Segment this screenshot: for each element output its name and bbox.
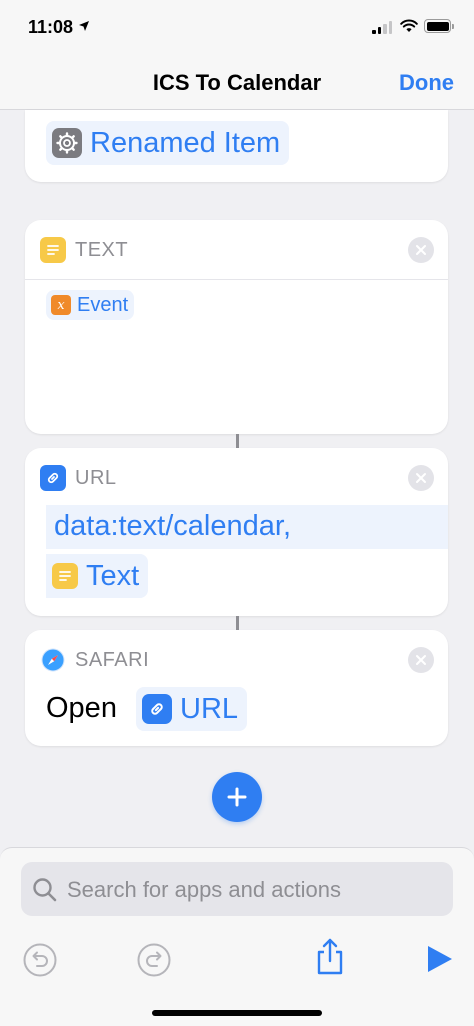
- action-card-safari: SAFARI Open URL: [25, 630, 448, 746]
- link-icon: [142, 694, 172, 724]
- action-header: TEXT: [25, 220, 448, 280]
- text-document-icon: [40, 237, 66, 263]
- location-arrow-icon: [79, 21, 89, 31]
- status-time: 11:08: [28, 17, 74, 37]
- remove-action-button[interactable]: [408, 647, 434, 673]
- close-icon: [416, 655, 426, 665]
- remove-action-button[interactable]: [408, 465, 434, 491]
- action-connector: [236, 434, 239, 448]
- navigation-bar: ICS To Calendar Done: [0, 58, 474, 110]
- text-input-area[interactable]: x Event: [25, 280, 448, 434]
- variable-token-renamed-item[interactable]: Renamed Item: [46, 121, 290, 165]
- text-document-icon: [52, 563, 78, 589]
- action-label: SAFARI: [75, 649, 150, 671]
- url-field[interactable]: data:text/calendar,: [46, 505, 448, 549]
- bottom-sheet: Search for apps and actions: [0, 847, 474, 1026]
- action-label: TEXT: [75, 239, 129, 261]
- variable-token-text[interactable]: Text: [46, 554, 149, 598]
- link-icon: [40, 465, 66, 491]
- action-card-text: TEXT x Event: [25, 220, 448, 434]
- play-button[interactable]: [426, 944, 454, 974]
- action-card-renamed-item: Renamed Item: [25, 110, 448, 182]
- variable-token-label: Renamed Item: [90, 126, 281, 159]
- safari-compass-icon: [40, 647, 66, 673]
- url-prefix-text: data:text/calendar,: [54, 510, 291, 542]
- close-icon: [416, 245, 426, 255]
- search-placeholder: Search for apps and actions: [67, 877, 341, 902]
- variable-token-label: URL: [180, 692, 239, 725]
- variable-token-url[interactable]: URL: [136, 687, 248, 731]
- variable-token-label: Text: [86, 559, 140, 592]
- battery-icon: [424, 19, 454, 33]
- close-icon: [416, 473, 426, 483]
- home-indicator: [152, 1010, 322, 1016]
- variable-token-label: Event: [77, 293, 129, 316]
- search-icon: [33, 878, 57, 902]
- action-card-url: URL data:text/calendar, Text: [25, 448, 448, 616]
- redo-button[interactable]: [136, 942, 172, 978]
- plus-icon: [227, 787, 247, 807]
- undo-button[interactable]: [22, 942, 58, 978]
- wifi-icon: [400, 19, 418, 32]
- open-label: Open: [46, 692, 117, 724]
- action-connector: [236, 616, 239, 630]
- variable-x-icon: x: [51, 295, 71, 315]
- share-button[interactable]: [312, 936, 348, 976]
- add-action-button[interactable]: [212, 772, 262, 822]
- search-input[interactable]: Search for apps and actions: [21, 862, 453, 916]
- variable-token-event[interactable]: x Event: [46, 290, 135, 320]
- action-label: URL: [75, 467, 117, 489]
- action-header: SAFARI: [25, 630, 448, 690]
- done-button[interactable]: Done: [399, 70, 454, 96]
- gear-icon: [52, 128, 82, 158]
- remove-action-button[interactable]: [408, 237, 434, 263]
- status-bar: 11:08: [0, 0, 474, 58]
- cellular-signal-icon: [372, 21, 392, 34]
- action-header: URL: [25, 448, 448, 508]
